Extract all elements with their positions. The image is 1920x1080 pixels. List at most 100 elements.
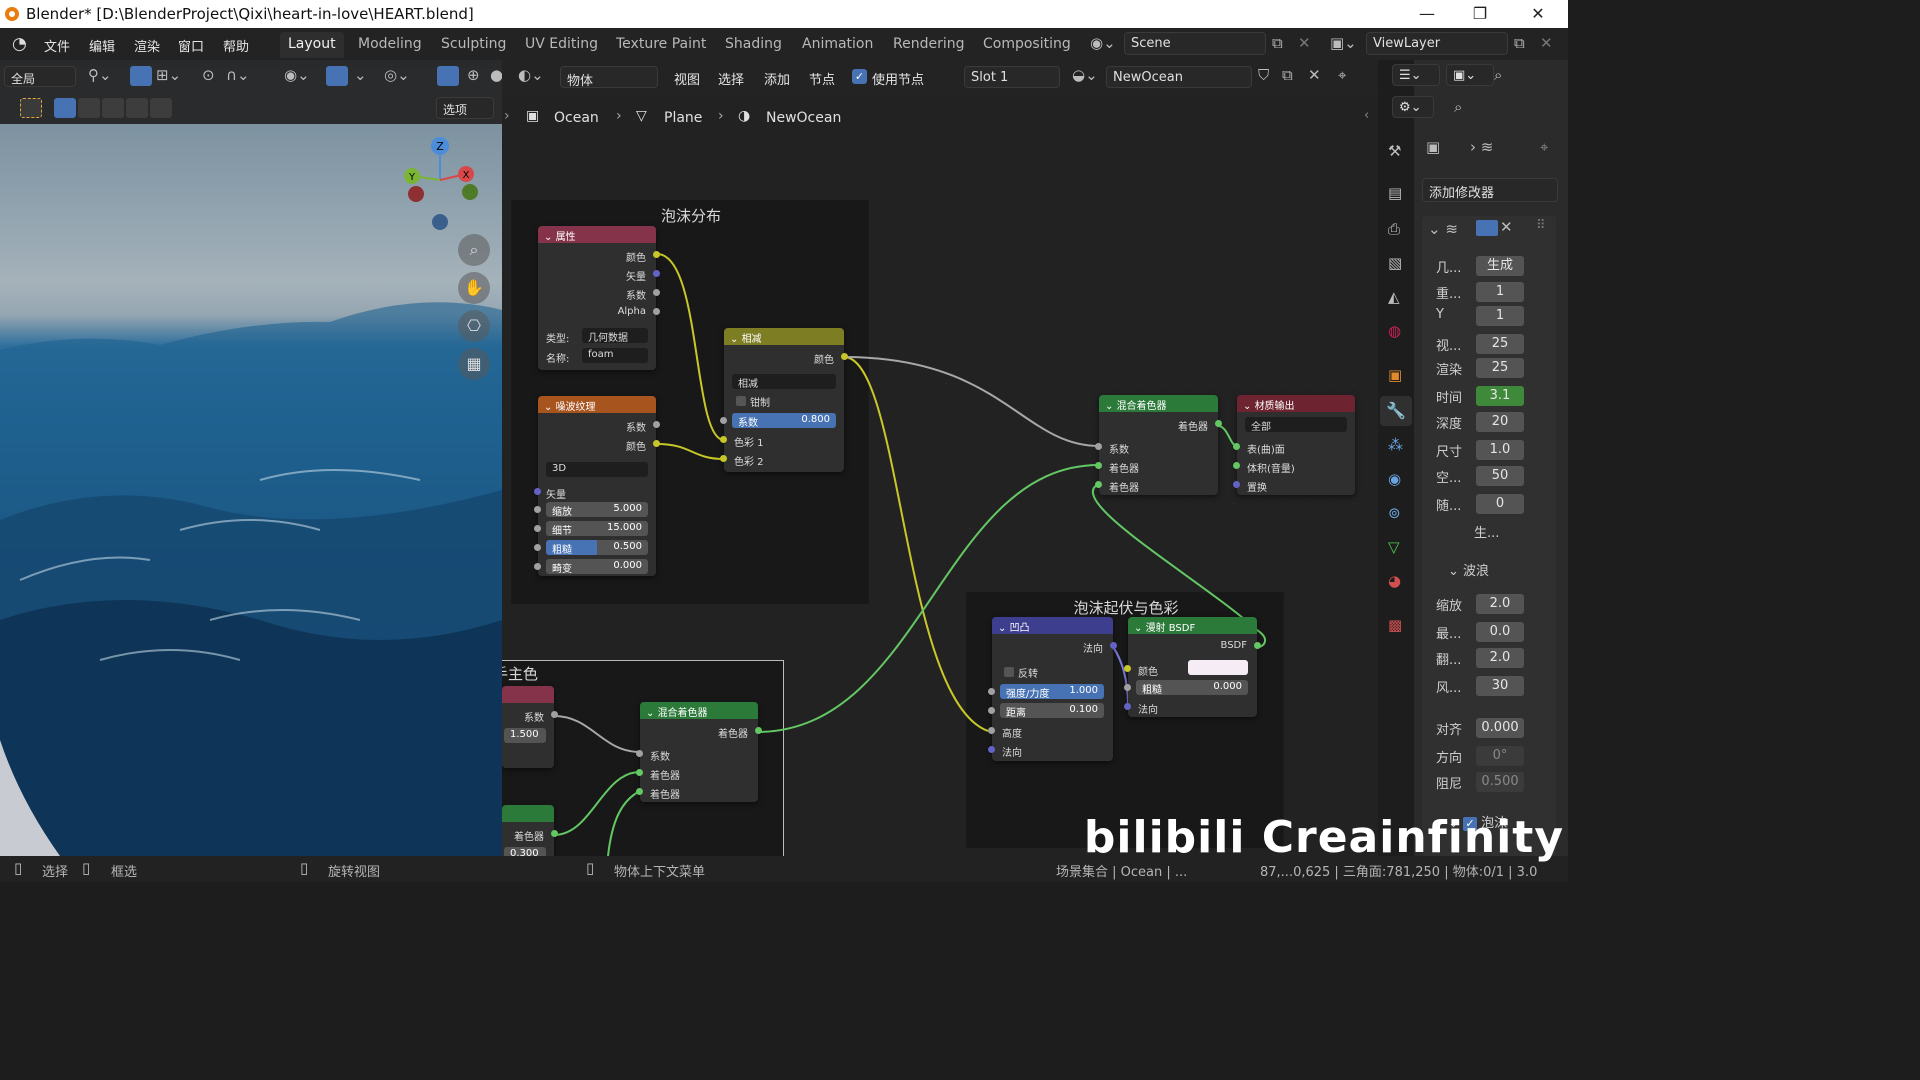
property-value-field[interactable]: 0.0 (1476, 622, 1524, 642)
property-value-field[interactable]: 30 (1476, 676, 1524, 696)
input-socket[interactable] (1095, 481, 1102, 488)
distance-field[interactable]: 距离 0.100 (1000, 703, 1104, 719)
input-socket[interactable] (1095, 462, 1102, 469)
proportional-icon[interactable]: ⊙ (202, 66, 215, 84)
input-socket[interactable] (1233, 462, 1240, 469)
factor-field[interactable]: 系数 0.800 (732, 413, 836, 429)
scene-selector-icon[interactable]: ◉⌄ (1090, 34, 1116, 52)
node-mix-subtract[interactable]: ⌄ 相减 颜色 相减 钳制 系数 0.800 色彩 1 色彩 2 (720, 328, 848, 472)
output-socket[interactable] (653, 421, 660, 428)
outliner-editor-icon[interactable]: ☰⌄ (1392, 64, 1440, 86)
input-socket[interactable] (1124, 684, 1131, 691)
viewlayer-selector-icon[interactable]: ▣⌄ (1330, 34, 1357, 52)
node-header[interactable]: ⌄ 混合着色器 (1099, 395, 1218, 412)
menu-window[interactable]: 窗口 (178, 36, 204, 55)
world-tab-icon[interactable]: ◍ (1388, 322, 1401, 340)
input-socket[interactable] (1124, 703, 1131, 710)
property-value-field[interactable]: 3.1 (1476, 386, 1524, 406)
tab-layout[interactable]: Layout (280, 32, 344, 58)
blend-mode-dropdown[interactable]: 相减 (732, 374, 836, 390)
menu-render[interactable]: 渲染 (134, 36, 160, 55)
property-value-field[interactable]: 1.0 (1476, 440, 1524, 460)
output-socket[interactable] (1110, 642, 1117, 649)
scene-copy-icon[interactable]: ⧉ (1272, 34, 1283, 52)
property-value-field[interactable]: 20 (1476, 412, 1524, 432)
input-socket[interactable] (534, 488, 541, 495)
select-invert-icon[interactable] (126, 98, 148, 118)
menu-file[interactable]: 文件 (44, 36, 70, 55)
tab-texture-paint[interactable]: Texture Paint (616, 36, 706, 52)
input-socket[interactable] (1233, 443, 1240, 450)
snap-toggle-icon[interactable] (130, 66, 152, 86)
clamp-checkbox[interactable] (736, 396, 746, 406)
scene-remove-icon[interactable]: ✕ (1298, 34, 1311, 52)
tab-uv-editing[interactable]: UV Editing (525, 36, 598, 52)
property-value-field[interactable]: 生成 (1476, 256, 1524, 276)
select-subtract-icon[interactable] (102, 98, 124, 118)
output-socket[interactable] (841, 353, 848, 360)
input-socket[interactable] (534, 563, 541, 570)
node-diffuse-bsdf[interactable]: ⌄ 漫射 BSDF BSDF 颜色 粗糙 0.000 法向 (1124, 617, 1261, 717)
snap-target-icon[interactable]: ⊞⌄ (156, 66, 181, 84)
node-partial-shader[interactable]: 着色器 0.300 (502, 805, 558, 856)
pan-hand-icon[interactable]: ✋ (458, 272, 490, 304)
display-editmode-icon[interactable] (1476, 220, 1498, 236)
object-tab-icon[interactable]: ▣ (1388, 366, 1402, 384)
pin-icon[interactable]: ⌖ (1540, 138, 1548, 156)
target-dropdown[interactable]: 全部 (1245, 417, 1347, 433)
input-socket[interactable] (988, 707, 995, 714)
view-layer-tab-icon[interactable]: ▧ (1388, 254, 1402, 272)
overlay-icon[interactable]: ◎⌄ (384, 66, 410, 84)
close-window-button[interactable]: ✕ (1515, 0, 1561, 28)
gizmo-toggle-icon[interactable] (326, 66, 348, 86)
add-modifier-dropdown[interactable]: 添加修改器 (1422, 178, 1558, 202)
navigation-gizmo[interactable]: Z X Y (398, 136, 484, 236)
output-socket[interactable] (653, 289, 660, 296)
property-value-field[interactable]: 1 (1476, 282, 1524, 302)
input-socket[interactable] (720, 455, 727, 462)
input-socket[interactable] (720, 417, 727, 424)
menu-edit[interactable]: 编辑 (89, 36, 115, 55)
detail-field[interactable]: 细节 15.000 (546, 521, 648, 537)
particles-tab-icon[interactable]: ⁂ (1388, 436, 1403, 454)
tab-sculpting[interactable]: Sculpting (441, 36, 506, 52)
type-dropdown[interactable]: 几何数据 (582, 328, 648, 344)
panel-collapse-icon[interactable]: ⌄ ≋ (1428, 220, 1458, 238)
ortho-grid-icon[interactable]: ▦ (458, 348, 490, 380)
input-socket[interactable] (1124, 665, 1131, 672)
physics-tab-icon[interactable]: ◉ (1388, 470, 1401, 488)
output-socket[interactable] (1254, 642, 1261, 649)
display-mode-icon[interactable]: ▣⌄ (1446, 64, 1494, 86)
output-socket[interactable] (755, 727, 762, 734)
input-socket[interactable] (636, 788, 643, 795)
output-socket[interactable] (653, 308, 660, 315)
node-attribute[interactable]: ⌄ 属性 颜色 矢量 系数 Alpha 类型: 几何数据 名称: foam (538, 226, 660, 370)
texture-tab-icon[interactable]: ▩ (1388, 616, 1402, 634)
scale-field[interactable]: 缩放 5.000 (546, 502, 648, 518)
node-header[interactable] (502, 805, 554, 822)
node-header[interactable]: ⌄ 混合着色器 (640, 702, 758, 719)
falloff-icon[interactable]: ∩⌄ (226, 66, 250, 84)
select-intersect-icon[interactable] (150, 98, 172, 118)
select-new-icon[interactable] (54, 98, 76, 118)
tab-compositing[interactable]: Compositing (983, 36, 1071, 52)
invert-checkbox[interactable] (1004, 667, 1014, 677)
property-value-field[interactable]: 50 (1476, 466, 1524, 486)
render-tab-icon[interactable]: ▤ (1388, 184, 1402, 202)
property-value-field[interactable]: 2.0 (1476, 648, 1524, 668)
input-socket[interactable] (988, 727, 995, 734)
distortion-field[interactable]: 畸变 0.000 (546, 559, 648, 575)
select-extend-icon[interactable] (78, 98, 100, 118)
scene-tab-icon[interactable]: ◭ (1388, 288, 1400, 306)
node-header[interactable]: ⌄ 噪波纹理 (538, 396, 656, 413)
property-value-field[interactable]: 0° (1476, 746, 1524, 766)
viewlayer-copy-icon[interactable]: ⧉ (1514, 34, 1525, 52)
input-socket[interactable] (534, 544, 541, 551)
maximize-button[interactable]: ❐ (1457, 0, 1503, 28)
property-value-field[interactable]: 0 (1476, 494, 1524, 514)
node-material-output[interactable]: ⌄ 材质输出 全部 表(曲)面 体积(音量) 置换 (1233, 395, 1355, 495)
output-socket[interactable] (653, 251, 660, 258)
waves-subpanel[interactable]: ⌄ 波浪 (1448, 560, 1489, 579)
3d-viewport[interactable]: 全局 ⚲⌄ ⊞⌄ ⊙ ∩⌄ ◉⌄ ⌄ ◎⌄ ⊕ ● 选项 Z X Y ⌕ ✋ ⎔… (0, 60, 502, 856)
select-tool-icon[interactable] (20, 98, 42, 118)
